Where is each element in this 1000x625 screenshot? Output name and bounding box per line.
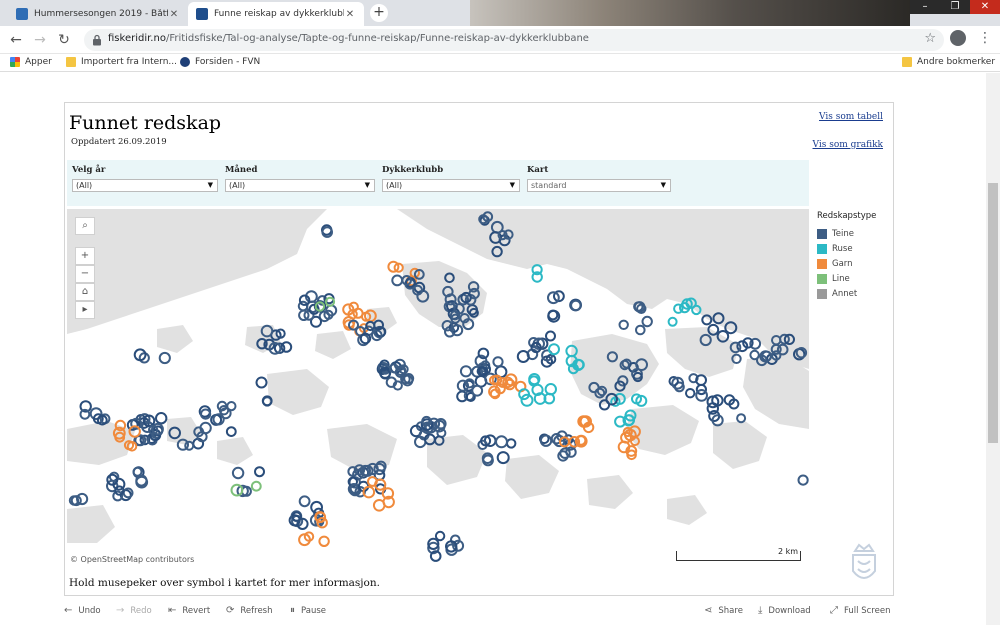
close-tab-icon[interactable]: ✕ <box>344 9 356 20</box>
page-scrollbar[interactable] <box>986 73 1000 625</box>
legend-item-ruse[interactable]: Ruse <box>817 241 876 256</box>
year-select[interactable]: (All) ▼ <box>72 179 218 192</box>
fiskeridir-crest-icon <box>852 543 876 579</box>
pause-button[interactable]: ⏸ Pause <box>290 605 326 616</box>
bookmark-apps[interactable]: Apper <box>10 57 52 67</box>
tab-bar: Hummersesongen 2019 - Båtforum ✕ Funne r… <box>0 0 1000 26</box>
undo-icon: ← <box>64 605 73 616</box>
bookmark-imported[interactable]: Importert fra Intern... <box>66 57 177 67</box>
lock-icon <box>93 34 101 46</box>
map-scale-bar: 2 km <box>676 547 801 561</box>
new-tab-button[interactable]: + <box>370 4 388 22</box>
dropdown-caret-icon: ▼ <box>207 181 213 189</box>
revert-button[interactable]: ⇤ Revert <box>168 605 210 616</box>
filter-panel: Velg år (All) ▼ Måned (All) ▼ Dykkerklubb … <box>67 160 809 206</box>
map-search-icon[interactable]: ⌕ <box>75 217 95 235</box>
bookmark-star-icon[interactable]: ☆ <box>924 31 936 46</box>
minimize-button[interactable]: – <box>910 0 940 14</box>
tab-funne-reiskap[interactable]: Funne reiskap av dykkerklubbane ✕ <box>188 2 364 26</box>
refresh-icon: ⟳ <box>226 605 235 616</box>
legend-swatch <box>817 258 827 269</box>
map-attribution: © OpenStreetMap contributors <box>70 555 195 564</box>
filter-label: Måned <box>225 165 258 175</box>
download-icon: ⤓ <box>758 605 763 616</box>
folder-icon <box>902 57 912 67</box>
close-tab-icon[interactable]: ✕ <box>168 9 180 20</box>
close-window-button[interactable]: ✕ <box>970 0 1000 14</box>
account-icon[interactable] <box>950 30 966 46</box>
page-title: Funnet redskap <box>69 112 222 134</box>
restore-button[interactable]: ❐ <box>940 0 970 14</box>
hover-hint: Hold musepeker over symbol i kartet for … <box>69 577 380 589</box>
forward-button[interactable]: → <box>30 30 50 50</box>
address-bar: ← → ↻ fiskeridir.no/Fritidsfiske/Tal-og-… <box>0 26 1000 54</box>
batforum-favicon-icon <box>16 8 28 20</box>
tableau-viz: Funnet redskap Oppdatert 26.09.2019 Vis … <box>64 102 894 596</box>
tab-title: Hummersesongen 2019 - Båtforum <box>34 9 168 19</box>
bookmark-fvn[interactable]: Forsiden - FVN <box>180 57 260 67</box>
legend-item-annet[interactable]: Annet <box>817 286 876 301</box>
share-icon: ⋖ <box>704 605 713 616</box>
scroll-thumb[interactable] <box>988 183 998 443</box>
fiskeridir-favicon-icon <box>196 8 208 20</box>
filter-label: Dykkerklubb <box>382 165 444 175</box>
dropdown-caret-icon: ▼ <box>660 181 666 189</box>
refresh-button[interactable]: ⟳ Refresh <box>226 605 273 616</box>
bookmark-other[interactable]: Andre bokmerker <box>902 57 995 67</box>
fullscreen-icon: ⤢ <box>830 605 838 616</box>
month-select[interactable]: (All) ▼ <box>225 179 375 192</box>
url-text: fiskeridir.no/Fritidsfiske/Tal-og-analys… <box>108 33 589 44</box>
legend-item-line[interactable]: Line <box>817 271 876 286</box>
fvn-favicon-icon <box>180 57 190 67</box>
share-button[interactable]: ⋖ Share <box>704 605 743 616</box>
show-as-table-link[interactable]: Vis som tabell <box>819 112 883 122</box>
tab-title: Funne reiskap av dykkerklubbane <box>214 9 344 19</box>
pause-icon: ⏸ <box>290 605 295 616</box>
legend-item-teine[interactable]: Teine <box>817 226 876 241</box>
legend-swatch <box>817 228 827 239</box>
zoom-out-button[interactable]: − <box>75 265 95 283</box>
revert-icon: ⇤ <box>168 605 177 616</box>
reload-button[interactable]: ↻ <box>54 30 74 50</box>
map-view[interactable]: ⌕ + − ⌂ ▸ © OpenStreetMap contributors 2… <box>67 209 809 567</box>
redo-icon: → <box>116 605 125 616</box>
filter-label: Velg år <box>72 165 106 175</box>
fullscreen-button[interactable]: ⤢ Full Screen <box>830 605 890 616</box>
map-style-select[interactable]: standard ▼ <box>527 179 671 192</box>
dropdown-caret-icon: ▼ <box>364 181 370 189</box>
undo-button[interactable]: ← Undo <box>64 605 101 616</box>
legend: Redskapstype Teine Ruse Garn Line Annet <box>817 211 876 301</box>
viz-toolbar: ← Undo → Redo ⇤ Revert ⟳ Refresh ⏸ Pause ⋖ Sha… <box>58 600 898 622</box>
redo-button[interactable]: → Redo <box>116 605 152 616</box>
legend-swatch <box>817 273 827 284</box>
map-canvas[interactable] <box>67 209 809 567</box>
map-toolbar: ⌕ + − ⌂ ▸ <box>75 217 95 319</box>
updated-date: Oppdatert 26.09.2019 <box>71 137 167 147</box>
back-button[interactable]: ← <box>6 30 26 50</box>
filter-label: Kart <box>527 165 549 175</box>
dive-club-select[interactable]: (All) ▼ <box>382 179 520 192</box>
download-button[interactable]: ⤓ Download <box>758 605 811 616</box>
dropdown-caret-icon: ▼ <box>509 181 515 189</box>
show-as-graphic-link[interactable]: Vis som grafikk <box>813 140 883 150</box>
menu-kebab-icon[interactable]: ⋮ <box>978 30 992 46</box>
legend-swatch <box>817 288 827 299</box>
omnibox[interactable]: fiskeridir.no/Fritidsfiske/Tal-og-analys… <box>84 29 944 51</box>
home-icon[interactable]: ⌂ <box>75 283 95 301</box>
legend-title: Redskapstype <box>817 211 877 221</box>
scale-label: 2 km <box>777 547 798 556</box>
zoom-in-button[interactable]: + <box>75 247 95 265</box>
apps-grid-icon <box>10 57 20 67</box>
legend-swatch <box>817 243 827 254</box>
tab-hummersesongen[interactable]: Hummersesongen 2019 - Båtforum ✕ <box>8 2 188 26</box>
legend-item-garn[interactable]: Garn <box>817 256 876 271</box>
folder-icon <box>66 57 76 67</box>
pan-mode-button[interactable]: ▸ <box>75 301 95 319</box>
background-photo <box>470 0 910 26</box>
bookmarks-bar: Apper Importert fra Intern... Forsiden -… <box>0 54 1000 72</box>
